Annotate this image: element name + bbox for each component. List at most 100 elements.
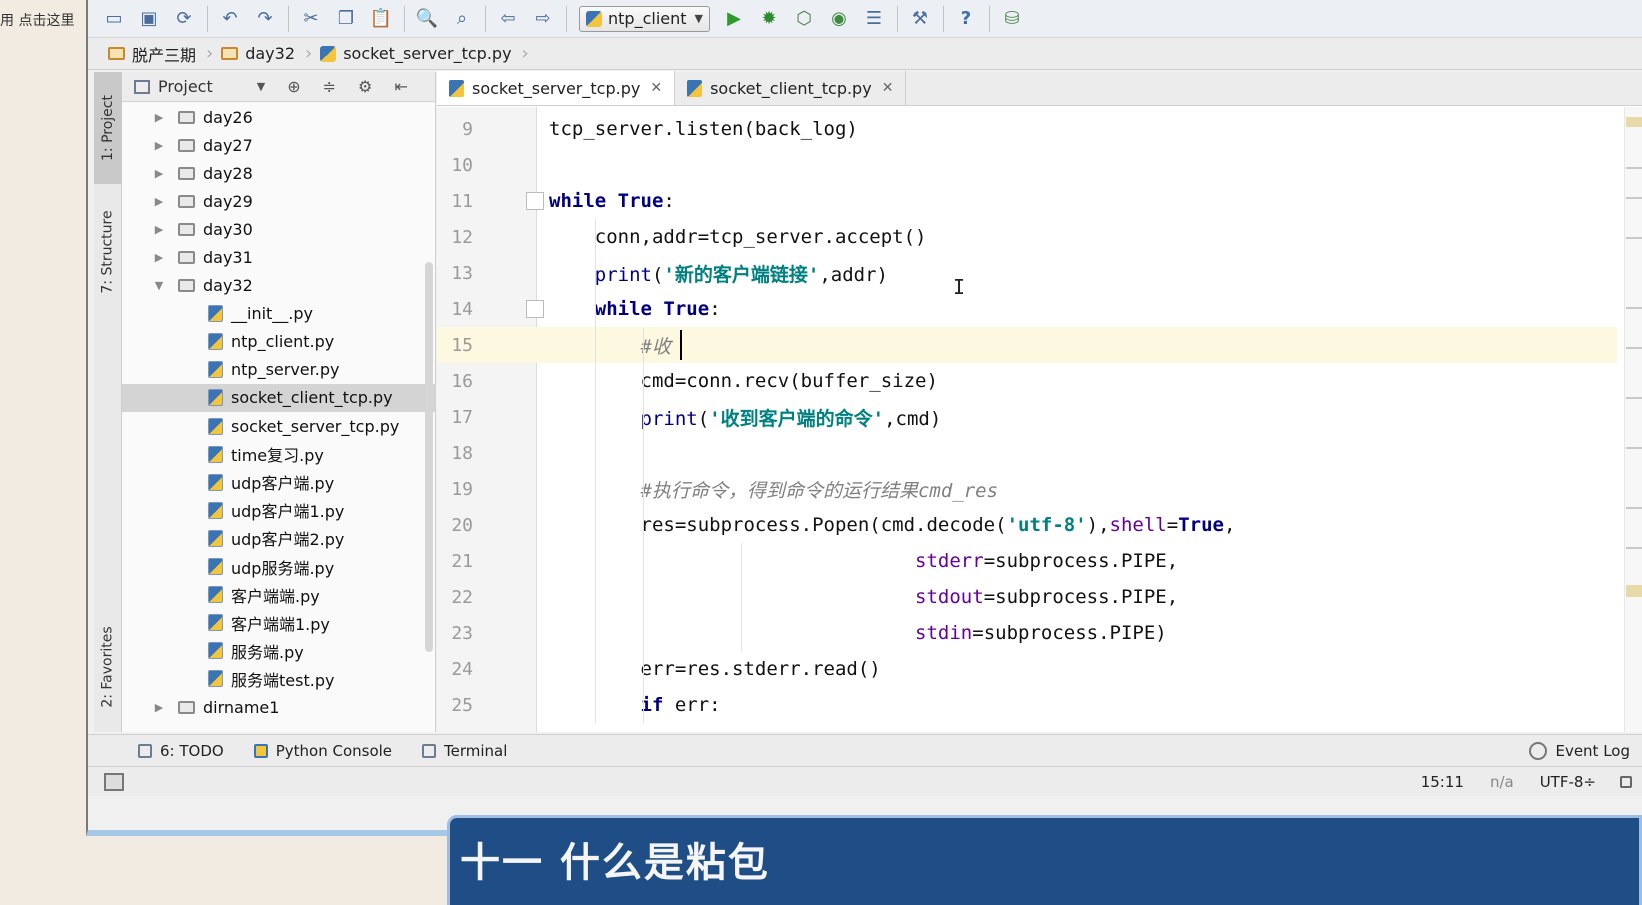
tree-folder[interactable]: ▼ day32 xyxy=(122,272,436,300)
tasks-icon[interactable]: ☰ xyxy=(860,5,888,33)
sync-icon[interactable]: ⟳ xyxy=(170,5,198,33)
paste-icon[interactable]: 📋 xyxy=(367,5,395,33)
tool-tab-structure[interactable]: 7: Structure xyxy=(94,197,122,307)
chevron-right-icon[interactable]: ▶ xyxy=(152,195,166,208)
undo-icon[interactable]: ↶ xyxy=(216,5,244,33)
chevron-right-icon[interactable]: ▶ xyxy=(152,701,166,714)
tree-file[interactable]: 客户端端.py xyxy=(122,581,436,609)
run-icon[interactable]: ▶ xyxy=(720,5,748,33)
chevron-right-icon[interactable]: ▶ xyxy=(152,223,166,236)
save-icon[interactable]: ▣ xyxy=(135,5,163,33)
close-icon[interactable]: ✕ xyxy=(650,80,662,96)
python-console-tab[interactable]: Python Console xyxy=(253,742,392,760)
hide-panel-icon[interactable]: ⇤ xyxy=(394,77,407,96)
copy-icon[interactable]: ❐ xyxy=(332,5,360,33)
event-log-tab[interactable]: Event Log xyxy=(1529,741,1630,760)
error-stripe[interactable] xyxy=(1624,107,1642,732)
gear-icon[interactable]: ⚙ xyxy=(358,77,372,96)
back-icon[interactable]: ⇦ xyxy=(494,5,522,33)
tree-file[interactable]: udp客户端.py xyxy=(122,468,436,496)
todo-tab[interactable]: 6: TODO xyxy=(138,742,224,760)
code-line[interactable]: 15 #收 xyxy=(437,327,1617,363)
line-number: 9 xyxy=(462,118,473,140)
project-tree-scrollbar[interactable] xyxy=(425,262,433,652)
tree-folder[interactable]: ▶ day26 xyxy=(122,103,436,131)
tree-file[interactable]: ntp_client.py xyxy=(122,328,436,356)
debug-icon[interactable]: ✹ xyxy=(755,5,783,33)
code-line[interactable]: 25 if err: xyxy=(437,687,1617,723)
fold-icon[interactable] xyxy=(526,300,544,318)
tool-tab-project[interactable]: 1: Project xyxy=(94,72,122,184)
chevron-right-icon[interactable]: ▶ xyxy=(152,139,166,152)
code-line[interactable]: 23 stdin=subprocess.PIPE) xyxy=(437,615,1617,651)
code-line[interactable]: 11 while True: xyxy=(437,183,1617,219)
run-configuration-select[interactable]: ntp_client ▼ xyxy=(579,5,710,32)
tree-file[interactable]: time复习.py xyxy=(122,440,436,468)
code-line[interactable]: 16 cmd=conn.recv(buffer_size) xyxy=(437,363,1617,399)
help-icon[interactable]: ? xyxy=(952,5,980,33)
profile-icon[interactable]: ◉ xyxy=(825,5,853,33)
breadcrumb-item-folder[interactable]: day32 xyxy=(221,44,295,63)
code-line[interactable]: 14 while True: xyxy=(437,291,1617,327)
code-line[interactable]: 19 #执行命令，得到命令的运行结果cmd_res xyxy=(437,471,1617,507)
tree-file[interactable]: socket_client_tcp.py xyxy=(122,383,436,413)
folder-icon xyxy=(178,166,195,180)
forward-icon[interactable]: ⇨ xyxy=(529,5,557,33)
tree-file[interactable]: 服务端test.py xyxy=(122,665,436,693)
code-text: err=res.stderr.read() xyxy=(549,658,881,680)
project-panel-title[interactable]: Project xyxy=(158,77,213,96)
collapse-all-icon[interactable]: ≑ xyxy=(323,77,336,96)
tree-file[interactable]: 客户端端1.py xyxy=(122,609,436,637)
editor-tab-socket-server[interactable]: socket_server_tcp.py ✕ xyxy=(437,71,676,105)
toggle-tool-windows-icon[interactable] xyxy=(104,772,124,791)
chevron-down-icon[interactable]: ▼ xyxy=(257,80,265,93)
chevron-right-icon[interactable]: ▶ xyxy=(152,251,166,264)
file-encoding[interactable]: UTF-8÷ xyxy=(1540,773,1596,791)
lock-icon[interactable] xyxy=(1620,775,1632,788)
close-icon[interactable]: ✕ xyxy=(882,80,894,96)
cut-icon[interactable]: ✂ xyxy=(297,5,325,33)
code-area[interactable]: 9 tcp_server.listen(back_log) 10 11 while Tr… xyxy=(437,107,1642,732)
vcs-icon[interactable]: ⛁ xyxy=(998,5,1026,33)
tree-file[interactable]: udp客户端2.py xyxy=(122,524,436,552)
tree-file[interactable]: ntp_server.py xyxy=(122,356,436,384)
settings-wrench-icon[interactable]: ⚒ xyxy=(906,5,934,33)
code-line[interactable]: 9 tcp_server.listen(back_log) xyxy=(437,111,1617,147)
code-line[interactable]: 24 err=res.stderr.read() xyxy=(437,651,1617,687)
chevron-down-icon[interactable]: ▼ xyxy=(152,279,166,292)
open-folder-icon[interactable]: ▭ xyxy=(100,5,128,33)
breadcrumb-item-project[interactable]: 脱产三期 xyxy=(108,42,196,66)
scroll-from-source-icon[interactable]: ⊕ xyxy=(287,77,300,96)
chevron-right-icon[interactable]: ▶ xyxy=(152,111,166,124)
terminal-tab[interactable]: Terminal xyxy=(422,742,507,760)
tree-file[interactable]: 服务端.py xyxy=(122,637,436,665)
tree-file[interactable]: socket_server_tcp.py xyxy=(122,412,436,440)
code-line[interactable]: 13 print('新的客户端链接',addr) xyxy=(437,255,1617,291)
code-line[interactable]: 10 xyxy=(437,147,1617,183)
code-line[interactable]: 17 print('收到客户端的命令',cmd) xyxy=(437,399,1617,435)
tree-folder[interactable]: ▶ day28 xyxy=(122,159,436,187)
code-line[interactable]: 12 conn,addr=tcp_server.accept() xyxy=(437,219,1617,255)
caret-position[interactable]: 15:11 xyxy=(1421,773,1464,791)
tree-file[interactable]: udp客户端1.py xyxy=(122,496,436,524)
tree-folder[interactable]: ▶ dirname1 xyxy=(122,693,436,721)
tree-file[interactable]: udp服务端.py xyxy=(122,553,436,581)
find-icon[interactable]: 🔍 xyxy=(413,5,441,33)
redo-icon[interactable]: ↷ xyxy=(251,5,279,33)
code-line[interactable]: 22 stdout=subprocess.PIPE, xyxy=(437,579,1617,615)
fold-icon[interactable] xyxy=(526,192,544,210)
editor-tab-socket-client[interactable]: socket_client_tcp.py ✕ xyxy=(675,71,907,105)
code-line[interactable]: 20 res=subprocess.Popen(cmd.decode('utf-… xyxy=(437,507,1617,543)
chevron-right-icon[interactable]: ▶ xyxy=(152,167,166,180)
code-line[interactable]: 18 xyxy=(437,435,1617,471)
breadcrumb-item-file[interactable]: socket_server_tcp.py xyxy=(320,44,512,63)
code-line[interactable]: 21 stderr=subprocess.PIPE, xyxy=(437,543,1617,579)
tool-tab-favorites[interactable]: 2: Favorites xyxy=(94,612,122,722)
tree-folder[interactable]: ▶ day31 xyxy=(122,243,436,271)
tree-folder[interactable]: ▶ day30 xyxy=(122,215,436,243)
tree-file[interactable]: __init__.py xyxy=(122,300,436,328)
tree-folder[interactable]: ▶ day27 xyxy=(122,131,436,159)
tree-folder[interactable]: ▶ day29 xyxy=(122,187,436,215)
coverage-icon[interactable]: ⬡ xyxy=(790,5,818,33)
replace-icon[interactable]: ⌕ xyxy=(448,5,476,33)
